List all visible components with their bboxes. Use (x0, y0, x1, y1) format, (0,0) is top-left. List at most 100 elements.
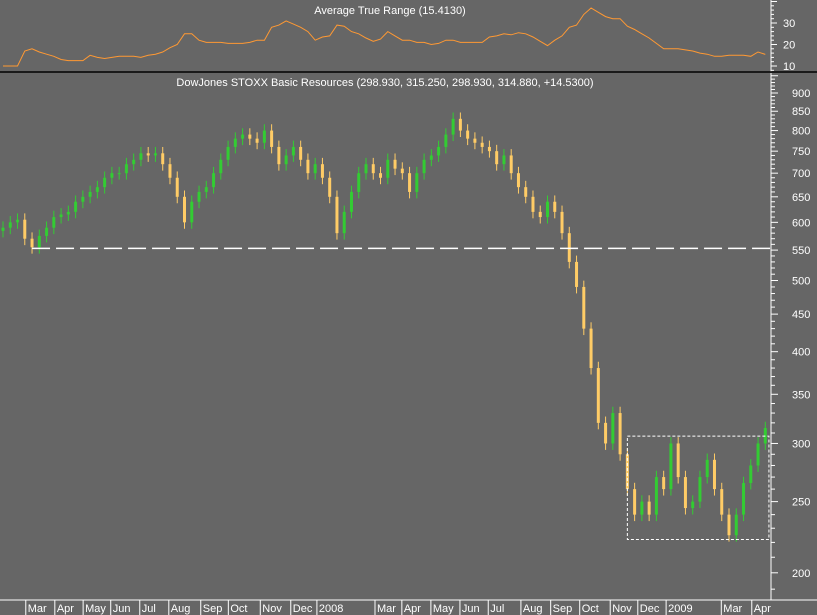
candle-body (538, 211, 542, 218)
candle (473, 132, 477, 150)
candle-body (248, 134, 252, 139)
candle-body (386, 159, 390, 178)
x-tick-label: Jul (490, 603, 504, 615)
candle (212, 166, 216, 194)
candle-body (342, 211, 346, 234)
candle-body (284, 155, 288, 165)
candle (88, 185, 92, 204)
candle (1, 221, 5, 238)
candle (37, 229, 41, 254)
candle (342, 205, 346, 240)
price-title: DowJones STOXX Basic Resources (298.930,… (176, 77, 593, 89)
x-tick-label: Nov (262, 603, 282, 615)
candle (705, 453, 709, 484)
candle-body (669, 443, 673, 490)
price-tick-label: 350 (792, 389, 810, 401)
x-tick-label: 2009 (668, 603, 692, 615)
candle-body (727, 514, 731, 536)
candle (103, 171, 107, 194)
candle (560, 205, 564, 240)
candle-body (473, 138, 477, 143)
candle (437, 140, 441, 162)
candle-body (451, 118, 455, 135)
atr-tick-label: 20 (783, 40, 795, 52)
price-tick-label: 650 (792, 192, 810, 204)
candle (640, 495, 644, 522)
candle-body (139, 153, 143, 160)
candle-body (531, 196, 535, 212)
candle-body (291, 146, 295, 156)
candle-body (662, 477, 666, 490)
candle (16, 213, 20, 229)
candle-body (95, 187, 99, 192)
price-y-axis: 900 850 800 750 700 650 600 550 500 450 400 350 300 2… (770, 73, 810, 600)
x-tick-label: Mar (377, 603, 396, 615)
candle (567, 226, 571, 269)
candle-body (161, 153, 165, 165)
candle (633, 482, 637, 522)
atr-title: Average True Range (15.4130) (314, 5, 465, 17)
candle-body (30, 238, 34, 248)
price-tick-label: 850 (792, 106, 810, 118)
candle (161, 146, 165, 171)
candle-body (349, 191, 353, 212)
candle (502, 149, 506, 171)
candle-body (66, 211, 70, 215)
candle (110, 166, 114, 185)
candle-body (575, 261, 579, 287)
candle-body (8, 222, 12, 228)
candle (698, 470, 702, 509)
candle-body (277, 146, 281, 165)
candle (669, 437, 673, 496)
candle-body (197, 191, 201, 202)
candle-body (103, 177, 107, 188)
candle-body (204, 187, 208, 192)
candle (219, 153, 223, 180)
candle (255, 132, 259, 150)
candle (647, 495, 651, 522)
candle (241, 128, 245, 146)
candle-body (306, 159, 310, 174)
candle-body (400, 168, 404, 174)
candle-body (654, 477, 658, 515)
candle (23, 213, 27, 246)
candle (756, 437, 760, 472)
candle (81, 190, 85, 209)
candle (74, 195, 78, 219)
candle (691, 495, 695, 515)
candle-body (168, 164, 172, 178)
candle-body (320, 164, 324, 178)
time-x-axis: Mar Apr May Jun Jul Aug Sep Oct Nov Dec 2008 Mar Apr… (0, 599, 817, 615)
candle (248, 128, 252, 146)
atr-y-axis: 10 20 30 (770, 0, 795, 73)
candle (429, 149, 433, 167)
price-panel: DowJones STOXX Basic Resources (298.930,… (1, 73, 810, 600)
candle (596, 361, 600, 430)
candle (611, 406, 615, 450)
price-tick-label: 500 (792, 276, 810, 288)
price-tick-label: 250 (792, 497, 810, 509)
candle (124, 157, 128, 180)
candle-body (676, 443, 680, 478)
candle-body (255, 138, 259, 143)
candle-body (466, 130, 470, 139)
candle-body (640, 501, 644, 515)
price-tick-label: 400 (792, 347, 810, 359)
candle (379, 166, 383, 185)
candle (299, 140, 303, 167)
candle-body (422, 159, 426, 174)
candle-body (364, 164, 368, 174)
candle-body (357, 173, 361, 192)
candle-body (408, 173, 412, 192)
price-tick-label: 750 (792, 146, 810, 158)
candle-body (328, 177, 332, 197)
candle (8, 216, 12, 235)
candle-body (553, 201, 557, 212)
candle-body (720, 489, 724, 515)
candle-body (219, 159, 223, 174)
candle (742, 476, 746, 522)
x-tick-label: Mar (723, 603, 742, 615)
candle-body (705, 459, 709, 478)
candle (393, 153, 397, 176)
candle-body (23, 219, 27, 239)
